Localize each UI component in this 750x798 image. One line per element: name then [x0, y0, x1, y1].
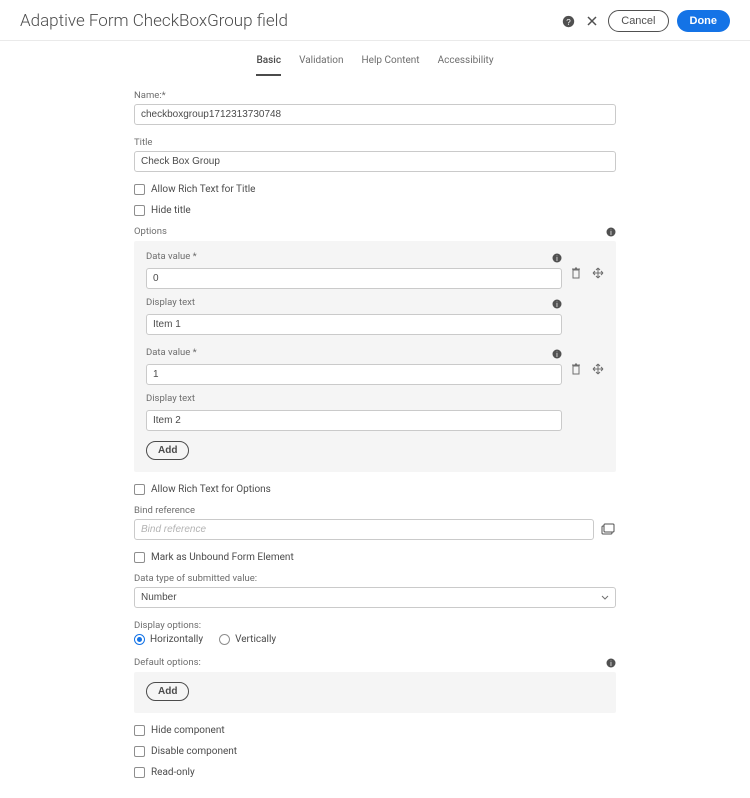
option-0-datavalue-input[interactable] [146, 268, 562, 289]
row-rich-text-title[interactable]: Allow Rich Text for Title [134, 184, 616, 195]
bind-reference-input[interactable] [134, 519, 594, 540]
svg-text:i: i [556, 301, 558, 309]
field-title: Title [134, 137, 616, 172]
radio-vertically-label: Vertically [235, 634, 276, 645]
tab-basic[interactable]: Basic [256, 51, 281, 76]
bind-reference-browse-icon[interactable] [600, 522, 616, 538]
radio-vertically[interactable]: Vertically [219, 634, 276, 645]
option-row-0: Data value * i Display text i [146, 251, 604, 343]
done-button[interactable]: Done [677, 10, 731, 32]
option-0-move-icon[interactable] [592, 267, 604, 279]
name-input[interactable] [134, 104, 616, 125]
checkbox-disable-component[interactable] [134, 746, 145, 757]
option-1-datavalue-input[interactable] [146, 364, 562, 385]
radio-horizontally-control[interactable] [134, 634, 145, 645]
radio-horizontally[interactable]: Horizontally [134, 634, 203, 645]
field-display-options: Display options: Horizontally Vertically [134, 620, 616, 645]
row-hide-component[interactable]: Hide component [134, 725, 616, 736]
radio-horizontally-label: Horizontally [150, 634, 203, 645]
field-name: Name:* [134, 90, 616, 125]
cancel-button[interactable]: Cancel [608, 10, 668, 32]
dialog-title: Adaptive Form CheckBoxGroup field [20, 11, 560, 31]
tabs: Basic Validation Help Content Accessibil… [0, 41, 750, 76]
row-mark-unbound[interactable]: Mark as Unbound Form Element [134, 552, 616, 563]
default-options-panel: Add [134, 672, 616, 713]
default-options-info-icon[interactable]: i [606, 658, 616, 668]
title-label: Title [134, 137, 616, 148]
checkbox-rich-text-options[interactable] [134, 484, 145, 495]
add-default-option-button[interactable]: Add [146, 682, 189, 701]
option-0-displaytext-label: Display text [146, 297, 195, 308]
svg-text:i: i [556, 351, 558, 359]
checkbox-read-only[interactable] [134, 767, 145, 778]
svg-text:i: i [610, 660, 612, 668]
options-panel: Data value * i Display text i [134, 241, 616, 472]
options-info-icon[interactable]: i [606, 227, 616, 237]
tab-validation[interactable]: Validation [299, 51, 343, 76]
svg-text:i: i [556, 255, 558, 263]
label-read-only: Read-only [151, 767, 195, 778]
tab-content-basic: Name:* Title Allow Rich Text for Title H… [130, 90, 620, 778]
field-bind-reference: Bind reference [134, 505, 616, 540]
radio-vertically-control[interactable] [219, 634, 230, 645]
option-0-delete-icon[interactable] [570, 267, 582, 279]
option-1-delete-icon[interactable] [570, 363, 582, 375]
label-disable-component: Disable component [151, 746, 237, 757]
tab-help-content[interactable]: Help Content [362, 51, 420, 76]
default-options-header: Default options: i [134, 657, 616, 668]
close-icon[interactable] [584, 13, 600, 29]
option-0-datavalue-label: Data value * [146, 251, 197, 262]
checkbox-rich-text-title[interactable] [134, 184, 145, 195]
option-1-datavalue-label: Data value * [146, 347, 197, 358]
option-0-displaytext-info-icon[interactable]: i [552, 299, 562, 309]
label-mark-unbound: Mark as Unbound Form Element [151, 552, 294, 563]
svg-text:?: ? [566, 17, 571, 26]
add-option-button[interactable]: Add [146, 441, 189, 460]
options-label: Options [134, 226, 167, 237]
default-options-label: Default options: [134, 657, 201, 668]
option-1-datavalue-info-icon[interactable]: i [552, 349, 562, 359]
row-read-only[interactable]: Read-only [134, 767, 616, 778]
title-input[interactable] [134, 151, 616, 172]
option-0-displaytext-input[interactable] [146, 314, 562, 335]
display-options-label: Display options: [134, 620, 616, 631]
checkbox-mark-unbound[interactable] [134, 552, 145, 563]
label-hide-title: Hide title [151, 205, 191, 216]
svg-text:i: i [610, 229, 612, 237]
option-1-displaytext-input[interactable] [146, 410, 562, 431]
label-rich-text-title: Allow Rich Text for Title [151, 184, 255, 195]
checkbox-hide-component[interactable] [134, 725, 145, 736]
header-actions: ? Cancel Done [560, 10, 730, 32]
field-data-type: Data type of submitted value: Number [134, 573, 616, 608]
option-row-1: Data value * i Display text [146, 347, 604, 431]
data-type-select[interactable]: Number [134, 587, 616, 608]
help-icon[interactable]: ? [560, 13, 576, 29]
dialog-header: Adaptive Form CheckBoxGroup field ? Canc… [0, 0, 750, 41]
data-type-label: Data type of submitted value: [134, 573, 616, 584]
options-header: Options i [134, 226, 616, 237]
option-1-displaytext-label: Display text [146, 393, 195, 404]
bind-reference-label: Bind reference [134, 505, 616, 516]
label-hide-component: Hide component [151, 725, 225, 736]
label-rich-text-options: Allow Rich Text for Options [151, 484, 271, 495]
option-0-datavalue-info-icon[interactable]: i [552, 253, 562, 263]
row-rich-text-options[interactable]: Allow Rich Text for Options [134, 484, 616, 495]
row-disable-component[interactable]: Disable component [134, 746, 616, 757]
checkbox-hide-title[interactable] [134, 205, 145, 216]
name-label: Name:* [134, 90, 616, 101]
option-1-move-icon[interactable] [592, 363, 604, 375]
row-hide-title[interactable]: Hide title [134, 205, 616, 216]
tab-accessibility[interactable]: Accessibility [438, 51, 494, 76]
